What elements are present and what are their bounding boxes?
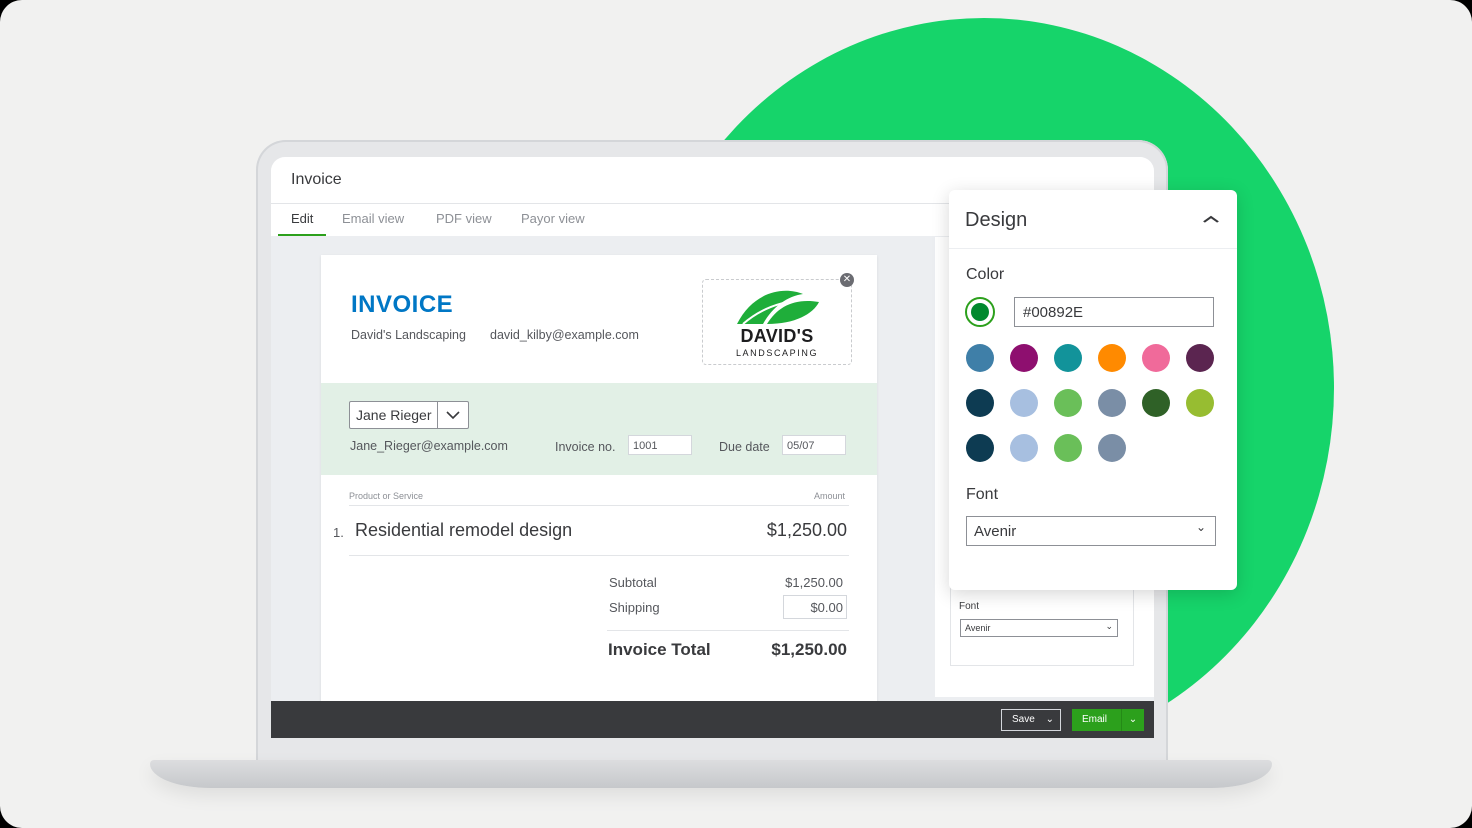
customer-section: Jane Rieger Jane_Rieger@example.com Invo… [321,383,877,475]
tab-pdf-view[interactable]: PDF view [436,211,492,234]
chevron-up-icon[interactable] [1203,210,1220,226]
chevron-down-icon: ⌄ [1105,621,1113,631]
color-swatch[interactable] [1186,389,1214,417]
invoice-no-label: Invoice no. [555,440,616,454]
color-swatch[interactable] [1098,344,1126,372]
line-number: 1. [333,525,344,540]
marketing-stage: Invoice Edit Email view PDF view Payor v… [0,0,1472,828]
color-swatch[interactable] [1054,389,1082,417]
shipping-label: Shipping [609,600,660,615]
tab-payor-view[interactable]: Payor view [521,211,585,234]
font-label: Font [966,486,999,503]
close-icon[interactable]: ✕ [840,273,854,287]
color-swatch[interactable] [1142,344,1170,372]
leaf-logo-icon [737,290,819,325]
color-swatch[interactable] [1010,434,1038,462]
customer-select[interactable]: Jane Rieger [349,401,469,429]
email-button-label: Email [1082,714,1108,725]
design-popover: Design Color Font Avenir ⌄ [949,190,1237,590]
font-select[interactable]: Avenir ⌄ [966,516,1216,546]
chevron-down-icon[interactable] [437,402,468,428]
invoice-total-label: Invoice Total [608,640,711,659]
due-date-field[interactable]: 05/07 [782,435,846,455]
customer-name: Jane Rieger [356,407,432,423]
color-swatch[interactable] [1142,389,1170,417]
logo-brand-text: DAVID'S [740,326,814,346]
laptop-base [150,760,1272,788]
company-email[interactable]: david_kilby@example.com [490,328,639,342]
selected-color-dot [971,303,989,321]
subtotal-value: $1,250.00 [785,575,843,590]
divider [349,555,849,556]
chevron-down-icon: ⌄ [1195,520,1206,534]
line-description[interactable]: Residential remodel design [355,520,572,541]
shipping-value: $0.00 [810,600,843,615]
divider [349,505,849,506]
subtotal-label: Subtotal [609,575,657,590]
email-button[interactable]: Email ⌄ [1072,709,1144,731]
color-swatch[interactable] [1010,389,1038,417]
hex-color-input[interactable] [1014,297,1214,327]
color-swatch[interactable] [966,434,994,462]
chevron-down-icon[interactable]: ⌄ [1046,710,1054,730]
company-logo[interactable]: DAVID'S LANDSCAPING [702,279,852,365]
save-button[interactable]: Save ⌄ [1001,709,1061,731]
invoice-no-field[interactable]: 1001 [628,435,692,455]
company-name[interactable]: David's Landscaping [351,328,466,342]
invoice-total-value: $1,250.00 [771,640,847,659]
save-button-label: Save [1012,714,1035,725]
color-swatch[interactable] [1010,344,1038,372]
color-swatch[interactable] [1186,344,1214,372]
chevron-down-icon[interactable]: ⌄ [1121,709,1144,731]
side-font-value: Avenir [965,623,991,633]
color-swatch[interactable] [1098,434,1126,462]
tab-edit[interactable]: Edit [278,211,327,236]
font-select-value: Avenir [974,523,1017,540]
color-swatch[interactable] [966,389,994,417]
side-font-select[interactable]: Avenir ⌄ [960,619,1118,637]
side-font-label: Font [959,601,980,612]
design-title: Design [965,209,1028,231]
logo-sub-text: LANDSCAPING [735,348,819,358]
design-header[interactable]: Design [949,190,1237,249]
footer-bar: Save ⌄ Email ⌄ [271,701,1154,738]
column-amount: Amount [813,491,845,501]
selected-color-swatch[interactable] [965,297,995,327]
color-swatch[interactable] [1054,434,1082,462]
line-amount[interactable]: $1,250.00 [767,520,847,541]
divider [607,630,849,631]
tab-email-view[interactable]: Email view [342,211,404,234]
customer-email[interactable]: Jane_Rieger@example.com [350,439,508,453]
color-label: Color [966,266,1005,283]
window-title: Invoice [291,171,342,188]
due-date-label: Due date [719,440,770,454]
column-product: Product or Service [349,491,424,501]
color-swatch[interactable] [1098,389,1126,417]
color-swatch[interactable] [1054,344,1082,372]
invoice-paper: INVOICE David's Landscaping david_kilby@… [321,255,877,705]
invoice-heading: INVOICE [351,291,454,318]
color-swatch[interactable] [966,344,994,372]
